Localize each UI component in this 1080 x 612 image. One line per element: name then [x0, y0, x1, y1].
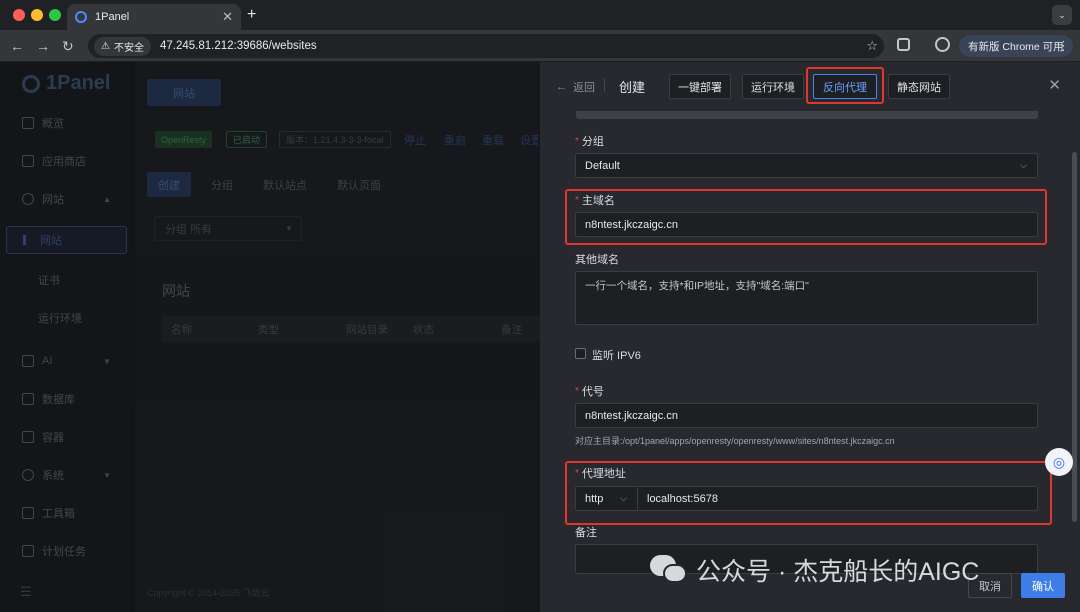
close-window-button[interactable]: [13, 9, 25, 21]
form-top-edge: [576, 111, 1038, 119]
browser-toolbar: ← → ↻ ⚠ 不安全 47.245.81.212:39686/websites…: [0, 30, 1080, 62]
maximize-window-button[interactable]: [49, 9, 61, 21]
reverse-proxy-highlight: [806, 67, 884, 104]
chrome-update-button[interactable]: 有新版 Chrome 可用: [959, 35, 1073, 57]
remark-label-text: 备注: [575, 527, 597, 539]
security-badge[interactable]: ⚠ 不安全: [94, 36, 151, 56]
header-divider: [604, 78, 605, 92]
alias-label: * 代号: [575, 383, 604, 399]
other-domains-textarea[interactable]: 一行一个域名，支持*和IP地址，支持"域名:端口": [575, 271, 1038, 325]
proxy-protocol-value: http: [585, 492, 604, 505]
screen: 1Panel ✕ + ⌄ ← → ↻ ⚠ 不安全 47.245.81.212:3…: [0, 0, 1080, 612]
tab-title: 1Panel: [95, 11, 130, 23]
browser-tab-bar: 1Panel ✕ + ⌄: [0, 0, 1080, 30]
back-label: 返回: [573, 82, 595, 94]
drawer-title: 创建: [619, 80, 646, 95]
confirm-button[interactable]: 确认: [1021, 573, 1065, 598]
ipv6-label: 监听 IPV6: [592, 350, 641, 362]
required-mark: *: [575, 385, 579, 397]
tab-one-click-deploy[interactable]: 一键部署: [669, 74, 731, 99]
tab-static-site[interactable]: 静态网站: [888, 74, 950, 99]
other-domains-placeholder: 一行一个域名，支持*和IP地址，支持"域名:端口": [585, 280, 809, 292]
alias-value: n8ntest.jkczaigc.cn: [585, 409, 678, 422]
alias-input[interactable]: n8ntest.jkczaigc.cn: [575, 403, 1038, 428]
required-mark: *: [575, 135, 579, 147]
primary-domain-value: n8ntest.jkczaigc.cn: [585, 218, 678, 231]
group-select-value: Default: [585, 159, 620, 172]
extensions-icon[interactable]: [897, 38, 910, 51]
required-mark: *: [575, 467, 579, 479]
remark-label: 备注: [575, 524, 597, 540]
back-button[interactable]: ← 返回: [556, 79, 595, 95]
primary-domain-label-text: 主域名: [581, 195, 615, 207]
assistant-float-icon[interactable]: ◎: [1045, 448, 1073, 476]
watermark-text: 公众号 · 杰克船长的AIGC: [696, 558, 980, 586]
drawer-header: ← 返回 创建 一键部署 运行环境 反向代理 静态网站 ✕: [540, 62, 1080, 110]
group-label-text: 分组: [581, 136, 604, 148]
close-icon[interactable]: ✕: [1048, 76, 1061, 94]
security-label: 不安全: [113, 42, 144, 54]
tab-runtime[interactable]: 运行环境: [742, 74, 804, 99]
proxy-address-value: localhost:5678: [647, 492, 718, 505]
other-domains-label-text: 其他域名: [575, 254, 619, 266]
url-text: 47.245.81.212:39686/websites: [159, 40, 317, 52]
bookmark-star-icon[interactable]: ☆: [866, 38, 878, 54]
warning-icon: ⚠: [101, 40, 110, 52]
forward-arrow-icon[interactable]: →: [36, 38, 50, 54]
profile-icon[interactable]: [935, 37, 950, 52]
group-label: * 分组: [575, 133, 604, 149]
proxy-address-label-text: 代理地址: [581, 468, 626, 480]
chevron-down-icon: ⌵: [620, 493, 627, 503]
address-bar[interactable]: ⚠ 不安全 47.245.81.212:39686/websites ☆: [88, 34, 884, 58]
modal-backdrop[interactable]: [0, 62, 540, 612]
new-tab-icon[interactable]: +: [247, 6, 256, 24]
tab-search-icon[interactable]: ⌄: [1052, 5, 1072, 25]
chevron-down-icon: ⌵: [1020, 160, 1027, 170]
other-domains-label: 其他域名: [575, 251, 619, 267]
tab-favicon-icon: [75, 11, 87, 23]
ipv6-checkbox[interactable]: [575, 348, 586, 359]
minimize-window-button[interactable]: [31, 9, 43, 21]
close-tab-icon[interactable]: ✕: [222, 9, 233, 25]
alias-label-text: 代号: [581, 386, 604, 398]
watermark: 公众号 · 杰克船长的AIGC: [650, 552, 979, 588]
drawer-scrollbar[interactable]: [1072, 152, 1077, 522]
group-select[interactable]: Default ⌵: [575, 153, 1038, 178]
proxy-protocol-select[interactable]: http ⌵: [575, 486, 638, 511]
back-arrow-icon[interactable]: ←: [10, 38, 24, 54]
wechat-icon: [650, 555, 688, 585]
proxy-address-input[interactable]: localhost:5678: [637, 486, 1038, 511]
primary-domain-label: * 主域名: [575, 192, 615, 208]
create-website-drawer: ← 返回 创建 一键部署 运行环境 反向代理 静态网站 ✕ * 分组 Default…: [540, 62, 1080, 612]
required-mark: *: [575, 194, 579, 206]
browser-tab[interactable]: 1Panel ✕: [67, 4, 241, 30]
browser-menu-icon[interactable]: ⋮: [1057, 38, 1070, 54]
reload-icon[interactable]: ↻: [62, 38, 74, 54]
back-arrow-icon: ←: [556, 81, 567, 93]
alias-hint: 对应主目录:/opt/1panel/apps/openresty/openres…: [575, 436, 895, 446]
proxy-address-label: * 代理地址: [575, 465, 626, 481]
primary-domain-input[interactable]: n8ntest.jkczaigc.cn: [575, 212, 1038, 237]
